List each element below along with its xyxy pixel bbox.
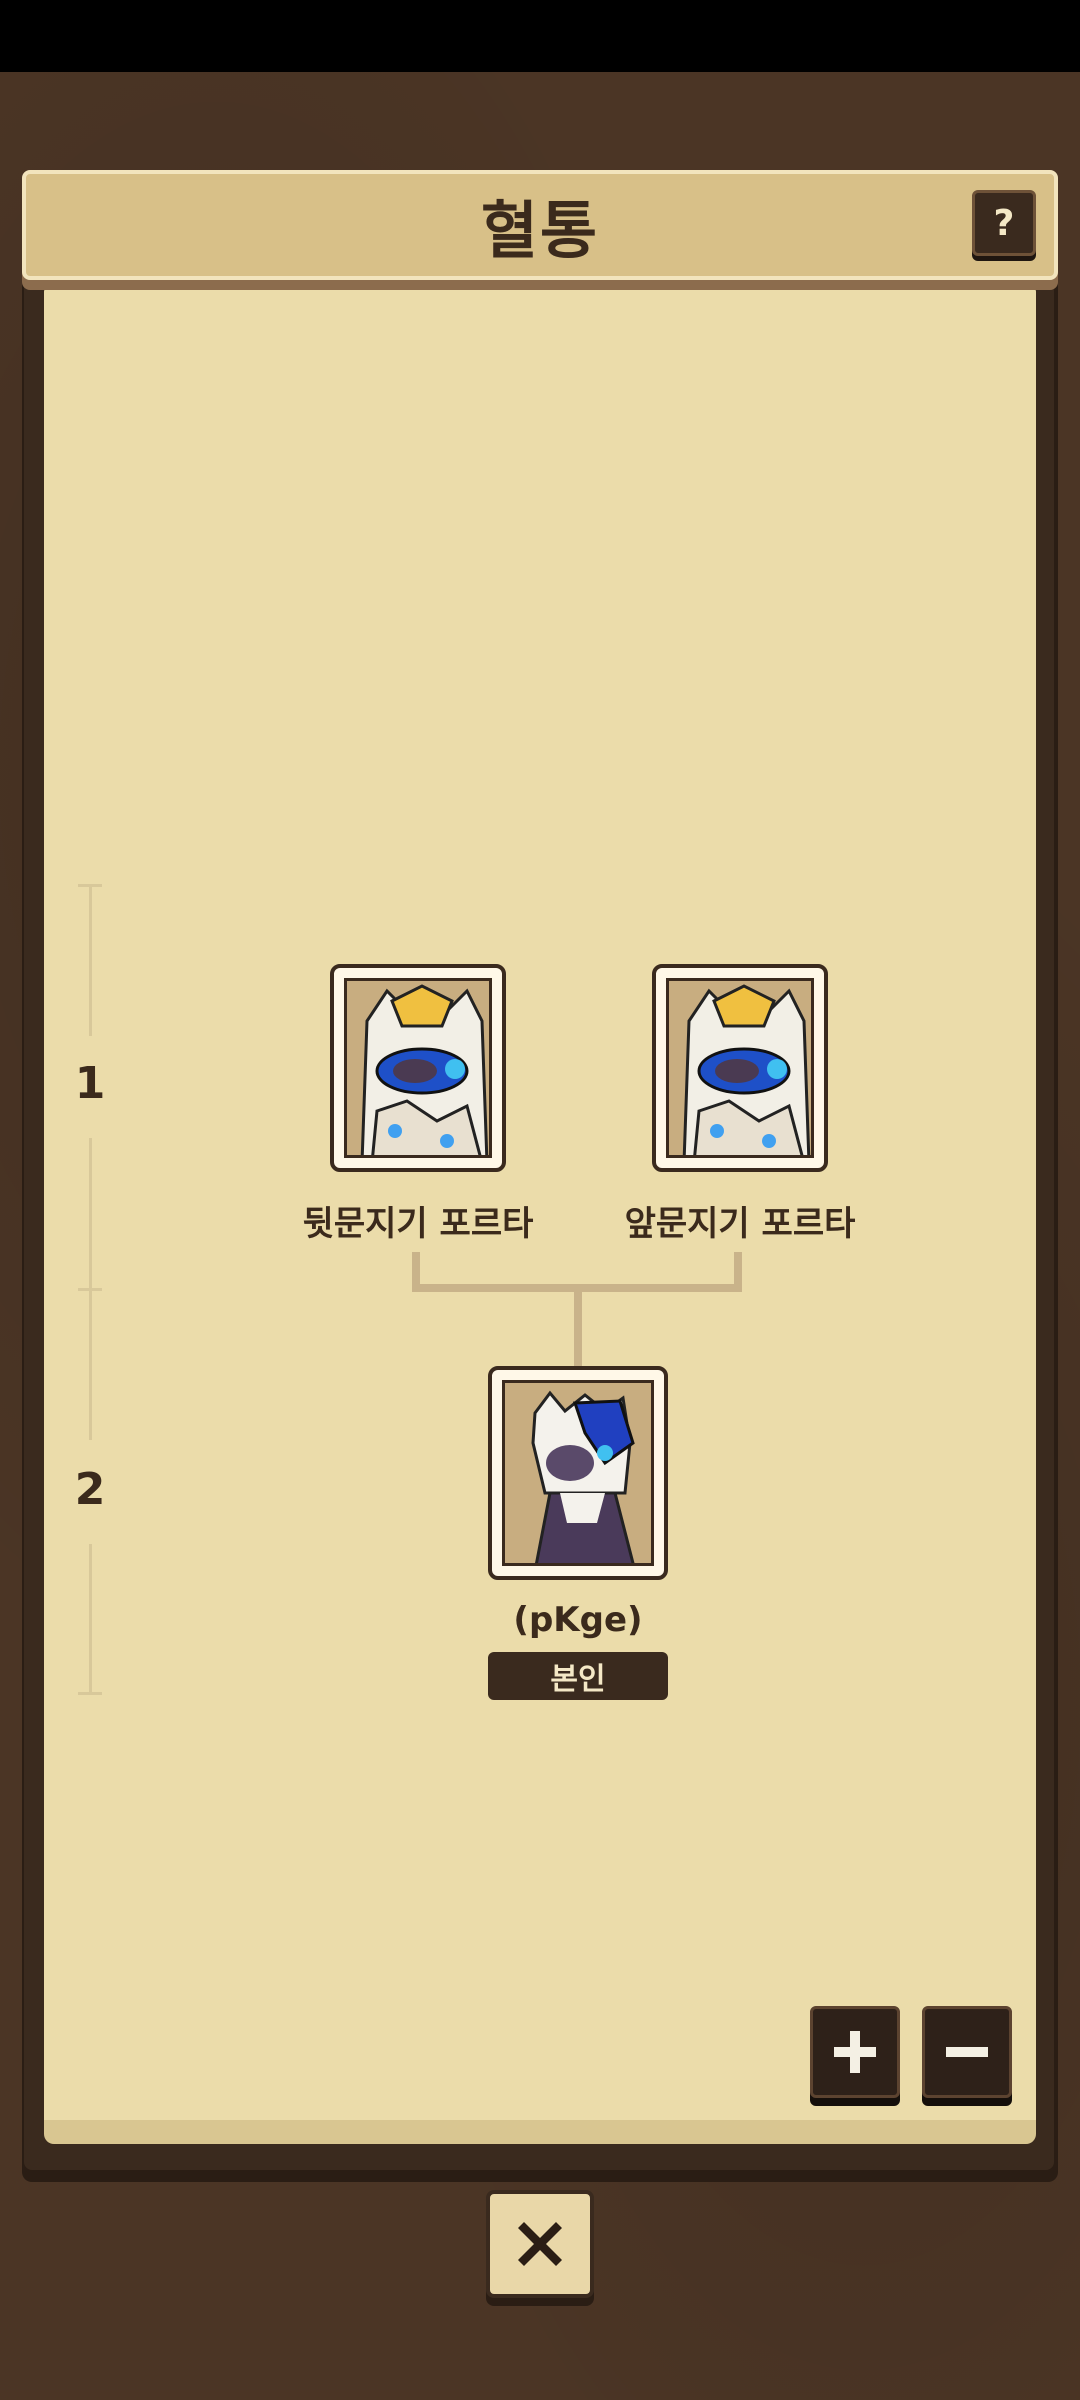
character-portrait	[344, 978, 492, 1158]
ruler-line	[89, 886, 92, 1036]
dragon-portrait-icon	[347, 981, 489, 1155]
connector-horizontal	[412, 1284, 742, 1292]
panel-bottom-edge	[44, 2120, 1036, 2144]
parent-name-right: 앞문지기 포르타	[624, 1204, 856, 1244]
parent-card-left[interactable]	[330, 964, 506, 1172]
ruler-tick	[78, 1692, 102, 1695]
self-name: (pKge)	[513, 1600, 643, 1640]
dragon-portrait-icon	[669, 981, 811, 1155]
zoom-in-button[interactable]	[810, 2006, 900, 2098]
zoom-out-button[interactable]	[922, 2006, 1012, 2098]
plus-icon	[834, 2031, 876, 2073]
close-button[interactable]	[486, 2190, 594, 2298]
question-icon: ?	[993, 202, 1015, 244]
character-portrait	[666, 978, 814, 1158]
parent-name-left: 뒷문지기 포르타	[302, 1204, 534, 1244]
self-badge: 본인	[488, 1652, 668, 1700]
connector-down	[574, 1292, 582, 1366]
status-bar	[0, 0, 1080, 72]
help-button[interactable]: ?	[972, 190, 1036, 256]
generation-label-1: 1	[74, 1058, 106, 1109]
ruler-line	[89, 1290, 92, 1440]
self-card[interactable]	[488, 1366, 668, 1580]
title-bar: 혈통	[22, 170, 1058, 280]
ruler-line	[89, 1138, 92, 1288]
ruler-line	[89, 1544, 92, 1692]
minus-icon	[946, 2047, 988, 2057]
parent-card-right[interactable]	[652, 964, 828, 1172]
generation-label-2: 2	[74, 1464, 106, 1515]
creature-portrait-icon	[505, 1383, 651, 1563]
page-title: 혈통	[480, 194, 600, 267]
close-icon	[518, 2222, 562, 2266]
character-portrait	[502, 1380, 654, 1566]
